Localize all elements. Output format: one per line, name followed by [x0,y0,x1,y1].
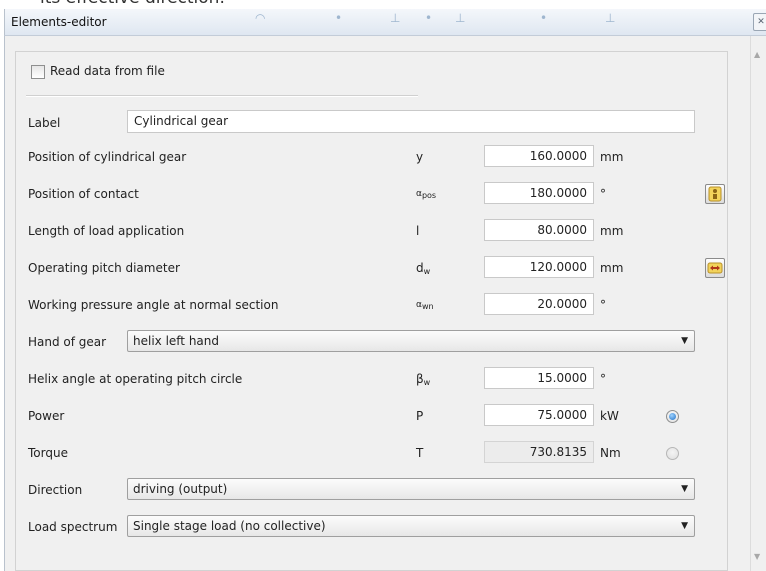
torque-input: 730.8135 [484,441,594,463]
length-unit: mm [600,224,624,238]
length-input[interactable]: 80.0000 [484,219,594,241]
titlebar-decoration-icon: • [335,11,343,25]
label-label: Label [28,116,61,130]
contact-unit: ° [600,187,606,201]
power-radio[interactable] [666,410,679,423]
titlebar-decoration-icon: ◠ [255,11,266,25]
read-file-label: Read data from file [50,64,165,78]
torque-radio[interactable] [666,447,679,460]
top-strip: its effective direction. [0,0,766,9]
label-input[interactable]: Cylindrical gear [127,110,695,133]
direction-select[interactable]: driving (output) ▼ [127,478,695,500]
contact-input[interactable]: 180.0000 [484,182,594,204]
diameter-label: Operating pitch diameter [28,261,180,275]
load-spectrum-label: Load spectrum [28,520,118,534]
info-button[interactable] [705,184,725,204]
pressure-unit: ° [600,298,606,312]
pressure-input[interactable]: 20.0000 [484,293,594,315]
titlebar-decoration-icon: ⊥ [390,11,401,25]
diameter-symbol: dw [416,261,431,276]
load-spectrum-select[interactable]: Single stage load (no collective) ▼ [127,515,695,537]
separator [26,95,418,97]
vertical-scrollbar[interactable]: ▲ ▼ [750,36,766,571]
direction-select-value: driving (output) [133,482,228,496]
torque-symbol: T [416,446,424,460]
power-symbol: P [416,409,424,423]
pressure-symbol: αwn [416,300,434,311]
titlebar-decoration-icon: ⊥ [605,11,616,25]
title-bar: Elements-editor ◠ • ⊥ • ⊥ • ⊥ ✕ [4,9,766,36]
info-person-icon [708,186,722,202]
position-symbol: y [416,150,424,164]
titlebar-decoration-icon: ⊥ [455,11,466,25]
torque-label: Torque [28,446,68,460]
position-input[interactable]: 160.0000 [484,145,594,167]
contact-symbol: αpos [416,189,437,200]
titlebar-decoration-icon: • [540,11,548,25]
swap-arrows-icon [707,262,723,274]
chevron-down-icon: ▼ [681,521,688,531]
pressure-label: Working pressure angle at normal section [28,298,279,312]
hand-label: Hand of gear [28,335,107,349]
position-label: Position of cylindrical gear [28,150,187,164]
chevron-down-icon: ▼ [681,336,688,346]
helix-unit: ° [600,372,606,386]
position-unit: mm [600,150,624,164]
diameter-unit: mm [600,261,624,275]
window-title: Elements-editor [11,15,107,29]
titlebar-decoration-icon: • [425,11,433,25]
torque-unit: Nm [600,446,621,460]
helix-label: Helix angle at operating pitch circle [28,372,243,386]
helix-input[interactable]: 15.0000 [484,367,594,389]
scroll-down-icon[interactable]: ▼ [754,552,760,561]
contact-label: Position of contact [28,187,139,201]
power-input[interactable]: 75.0000 [484,404,594,426]
scroll-up-icon[interactable]: ▲ [754,50,760,59]
power-label: Power [28,409,65,423]
helix-symbol: βw [416,372,431,387]
length-symbol: l [416,224,420,238]
diameter-input[interactable]: 120.0000 [484,256,594,278]
length-label: Length of load application [28,224,185,238]
chevron-down-icon: ▼ [681,484,688,494]
power-unit: kW [600,409,619,423]
close-icon[interactable]: ✕ [753,13,766,31]
background-text: its effective direction. [40,0,225,8]
direction-label: Direction [28,483,83,497]
exchange-button[interactable] [705,258,725,278]
read-file-checkbox[interactable] [31,65,45,79]
load-spectrum-select-value: Single stage load (no collective) [133,519,326,533]
hand-select-value: helix left hand [133,334,220,348]
hand-select[interactable]: helix left hand ▼ [127,330,695,352]
